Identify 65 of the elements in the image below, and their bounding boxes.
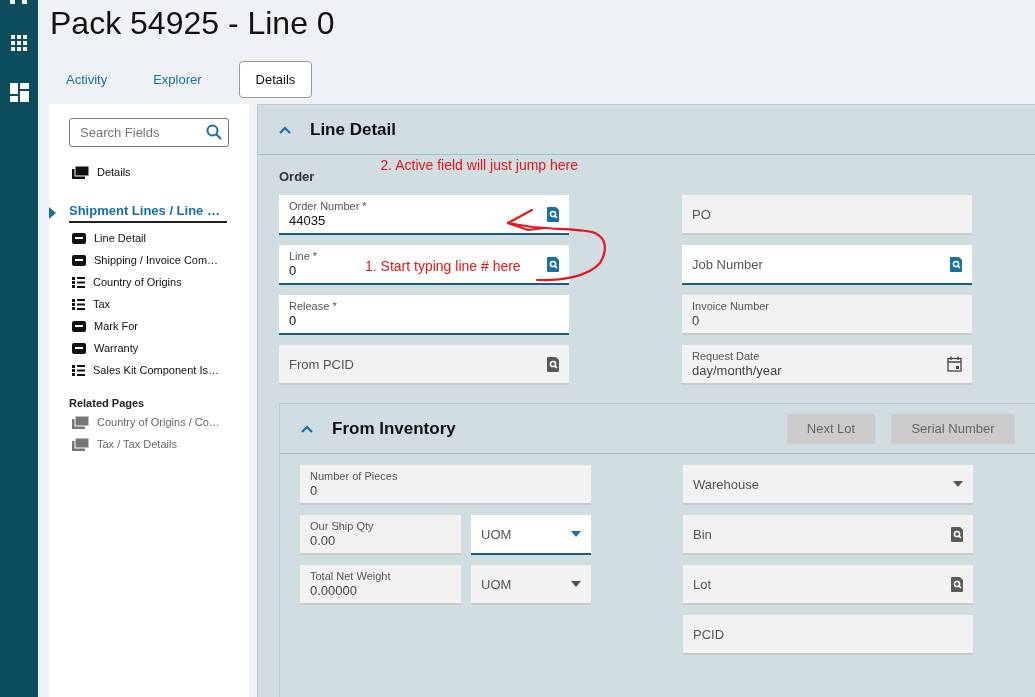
collapse-chevron-icon[interactable] bbox=[279, 125, 291, 134]
search-icon[interactable] bbox=[951, 576, 963, 592]
nav-item[interactable]: Tax bbox=[72, 293, 113, 315]
input-field[interactable]: Warehouse bbox=[683, 465, 973, 505]
input-field[interactable]: Total Net Weight 0.00000 bbox=[300, 565, 461, 605]
search-field[interactable]: Search Fields bbox=[69, 118, 229, 147]
group-label: Order bbox=[279, 168, 315, 184]
search-icon[interactable] bbox=[547, 206, 559, 222]
nav-item[interactable]: Country of Origins bbox=[72, 271, 184, 293]
section-heading: Related Pages bbox=[69, 397, 145, 409]
input-field[interactable]: Job Number bbox=[682, 245, 972, 285]
search-icon[interactable] bbox=[547, 356, 559, 372]
list-icon bbox=[72, 298, 85, 310]
input-field[interactable]: Order Number * 44035 bbox=[279, 195, 569, 235]
dropdown-caret-icon[interactable] bbox=[571, 531, 581, 537]
search-icon[interactable] bbox=[951, 526, 963, 542]
input-field[interactable]: Release * 0 bbox=[279, 295, 569, 335]
dropdown-caret-icon[interactable] bbox=[953, 481, 963, 487]
input-field[interactable]: Lot bbox=[683, 565, 973, 605]
nav-item[interactable]: Sales Kit Component Is… bbox=[72, 359, 221, 381]
search-icon[interactable] bbox=[950, 256, 962, 272]
list-icon bbox=[72, 364, 85, 376]
grid-icon[interactable] bbox=[11, 35, 27, 51]
dropdown-field[interactable]: UOM bbox=[471, 565, 591, 605]
dropdown-field[interactable]: UOM bbox=[471, 515, 591, 555]
nav-item[interactable]: Warranty bbox=[72, 337, 141, 359]
search-icon[interactable] bbox=[547, 256, 559, 272]
form-icon bbox=[72, 254, 86, 266]
related-page-link[interactable]: Country of Origins / Co… bbox=[72, 411, 222, 433]
input-field[interactable]: PCID bbox=[683, 615, 973, 655]
input-field[interactable]: Line * 0 1. Start typing line # here bbox=[279, 245, 569, 285]
tab[interactable]: Details bbox=[238, 61, 313, 98]
related-page-link[interactable]: Tax / Tax Details bbox=[72, 433, 179, 455]
section-title: Line Detail bbox=[310, 119, 396, 140]
input-field[interactable]: Invoice Number 0 bbox=[682, 295, 972, 335]
list-icon bbox=[72, 276, 85, 288]
nav-item[interactable]: Shipping / Invoice Com… bbox=[72, 249, 221, 271]
input-field[interactable]: PO bbox=[682, 195, 972, 235]
dashboard-icon[interactable] bbox=[9, 83, 29, 102]
tab[interactable]: Activity bbox=[49, 61, 125, 98]
pages-icon bbox=[72, 437, 89, 451]
nav-item[interactable]: Mark For bbox=[72, 315, 140, 337]
input-field[interactable]: Number of Pieces 0 bbox=[300, 465, 591, 505]
annotation-text: 2. Active field will just jump here bbox=[380, 157, 579, 173]
nav-group-link[interactable]: Shipment Lines / Line … bbox=[69, 203, 227, 223]
pages-icon bbox=[72, 165, 89, 179]
input-field[interactable]: From PCID bbox=[279, 345, 569, 385]
tab[interactable]: Explorer bbox=[136, 61, 219, 98]
pages-icon bbox=[72, 415, 89, 429]
input-field[interactable]: Request Date day/month/year bbox=[682, 345, 972, 385]
input-field[interactable]: Our Ship Qty 0.00 bbox=[300, 515, 461, 555]
nav-item[interactable]: Line Detail bbox=[72, 227, 148, 249]
nav-item[interactable]: Details bbox=[72, 161, 133, 183]
form-icon bbox=[72, 232, 86, 244]
collapse-chevron-icon[interactable] bbox=[301, 424, 313, 433]
dropdown-caret-icon[interactable] bbox=[571, 581, 581, 587]
form-icon bbox=[72, 342, 86, 354]
input-field[interactable]: Bin bbox=[683, 515, 973, 555]
annotation-text: 1. Start typing line # here bbox=[365, 258, 521, 274]
search-icon[interactable] bbox=[206, 124, 222, 140]
calendar-icon[interactable] bbox=[947, 356, 962, 372]
page-title: Pack 54925 - Line 0 bbox=[50, 4, 335, 43]
form-icon bbox=[72, 320, 86, 332]
app-icon[interactable] bbox=[10, 0, 28, 4]
section-title: From Inventory bbox=[332, 418, 456, 439]
